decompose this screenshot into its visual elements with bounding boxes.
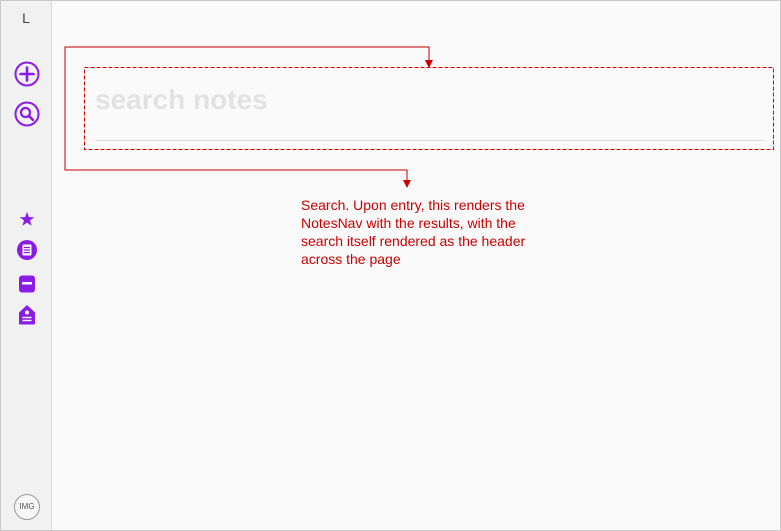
search-input[interactable]: [95, 83, 765, 117]
notebook-icon[interactable]: [14, 271, 40, 297]
search-icon[interactable]: [14, 101, 40, 127]
annotation-text: Search. Upon entry, this renders the Not…: [301, 197, 526, 267]
sidebar: L IMG: [1, 1, 52, 530]
avatar[interactable]: IMG: [14, 494, 40, 520]
star-icon[interactable]: [14, 206, 40, 232]
plus-icon[interactable]: [14, 61, 40, 87]
tag-icon[interactable]: [14, 302, 40, 328]
app-logo: L: [22, 10, 30, 26]
notes-list-icon[interactable]: [14, 237, 40, 263]
search-underline: [95, 140, 765, 141]
